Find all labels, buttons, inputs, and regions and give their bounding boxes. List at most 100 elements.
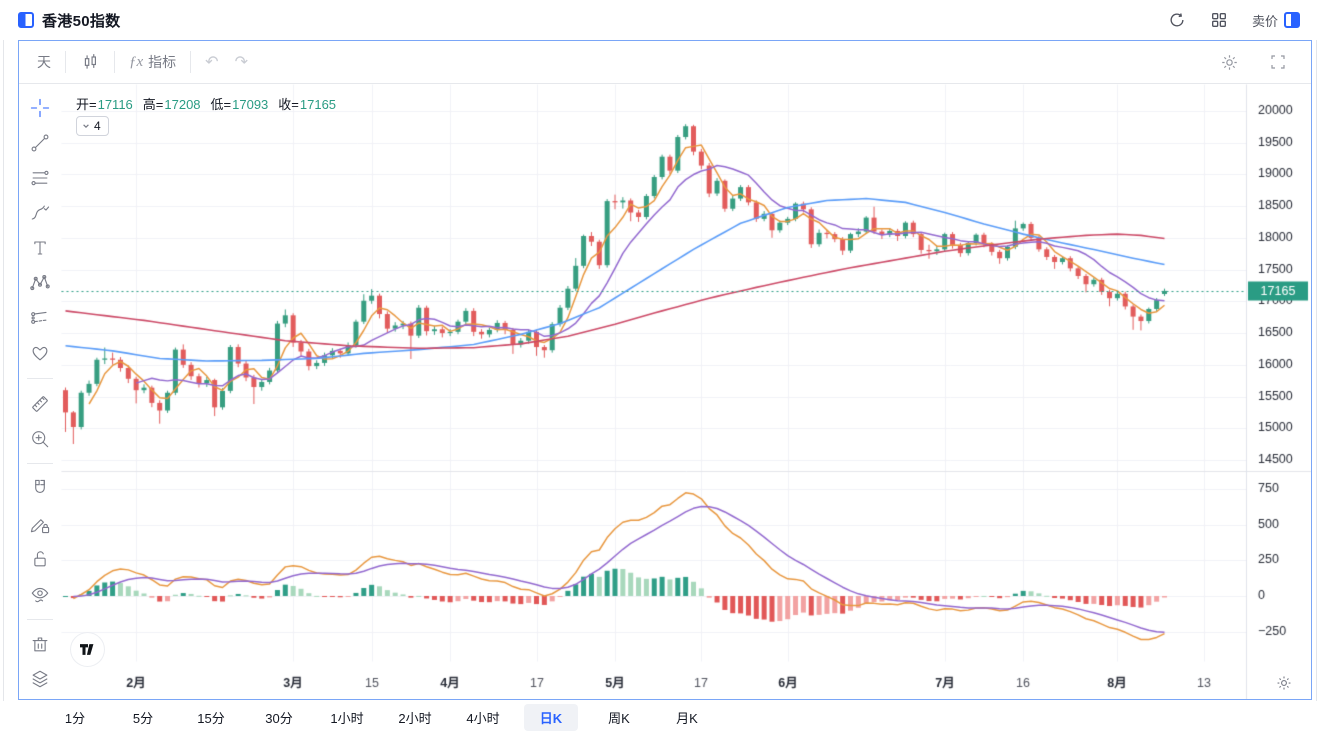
- tool-ruler[interactable]: [24, 388, 56, 419]
- text-icon: [28, 236, 52, 260]
- toolbar-divider: [190, 51, 191, 73]
- ohlc-value: 17116: [98, 97, 133, 112]
- interval-button[interactable]: 天: [29, 48, 59, 76]
- ohlc-legend-pair: 开=17116: [76, 94, 133, 113]
- timeframe-4小时[interactable]: 4小时: [456, 704, 510, 731]
- ohlc-value: 17093: [232, 97, 268, 112]
- indicators-label: 指标: [148, 52, 176, 72]
- sell-price-toggle[interactable]: 卖价: [1250, 9, 1302, 32]
- tool-object-tree[interactable]: [24, 664, 56, 695]
- timeframe-15分[interactable]: 15分: [184, 704, 238, 731]
- tradingview-logo-icon: [80, 644, 96, 655]
- timeframe-bar: 1分 5分 15分 30分 1小时 2小时 4小时日K 周K 月K: [0, 701, 1320, 733]
- sidebar-divider: [27, 378, 53, 379]
- tool-trend-line[interactable]: [24, 127, 56, 158]
- tool-zoom-in[interactable]: [24, 423, 56, 454]
- window-edge-right: [1316, 0, 1317, 733]
- ohlc-label: 开=: [76, 97, 97, 112]
- ma-group-value: 4: [94, 119, 101, 133]
- lock-all-icon: [28, 547, 52, 571]
- sidebar-divider: [27, 463, 53, 464]
- tool-hide-drawings[interactable]: [24, 579, 56, 610]
- ohlc-label: 低=: [211, 97, 232, 112]
- tool-lock-all[interactable]: [24, 543, 56, 574]
- crosshair-icon: [28, 96, 52, 120]
- xabcd-pattern-icon: [28, 271, 52, 295]
- layout-grid-button[interactable]: [1208, 9, 1230, 31]
- redo-icon: ↷: [235, 52, 248, 72]
- fullscreen-icon: [1269, 53, 1287, 71]
- chart-toolbar: 天 ƒx 指标 ↶ ↷: [19, 41, 1311, 84]
- drawing-lock-icon: [28, 512, 52, 536]
- refresh-button[interactable]: [1166, 9, 1188, 31]
- hide-drawings-icon: [28, 582, 52, 606]
- ohlc-legend-pair: 低=17093: [211, 94, 269, 113]
- tool-xabcd-pattern[interactable]: [24, 268, 56, 299]
- brush-icon: [28, 201, 52, 225]
- tool-fib-retracement[interactable]: [24, 162, 56, 193]
- toolbar-divider: [114, 51, 115, 73]
- toolbar-divider: [65, 51, 66, 73]
- fullscreen-button[interactable]: [1261, 49, 1295, 75]
- gear-icon: [1220, 53, 1239, 72]
- symbol-logo-icon: [18, 12, 34, 28]
- tool-projection[interactable]: [24, 303, 56, 334]
- ohlc-legend-pair: 高=17208: [143, 94, 201, 113]
- title-bar: 香港50指数 卖价: [0, 0, 1320, 40]
- remove-drawings-icon: [28, 632, 52, 656]
- chart-widget: 天 ƒx 指标 ↶ ↷: [18, 40, 1312, 700]
- tradingview-logo[interactable]: [71, 633, 104, 666]
- sell-price-label: 卖价: [1252, 11, 1278, 30]
- timeframe-月K[interactable]: 月K: [660, 704, 714, 731]
- undo-button[interactable]: ↶: [197, 48, 226, 76]
- ma-group-selector[interactable]: 4: [76, 116, 109, 136]
- trend-line-icon: [28, 131, 52, 155]
- ruler-icon: [28, 392, 52, 416]
- chart-style-button[interactable]: [72, 48, 108, 76]
- tool-brush[interactable]: [24, 197, 56, 228]
- axis-gear-icon: [1275, 674, 1293, 692]
- chevron-down-icon: [82, 122, 90, 130]
- symbol-title: 香港50指数: [42, 10, 121, 31]
- tool-drawing-lock[interactable]: [24, 508, 56, 539]
- ohlc-legend: 开=17116 高=17208 低=17093 收=17165: [76, 94, 336, 113]
- timeframe-5分[interactable]: 5分: [116, 704, 170, 731]
- undo-icon: ↶: [205, 52, 218, 72]
- sidebar-divider: [27, 619, 53, 620]
- timeframe-日K[interactable]: 日K: [524, 704, 578, 731]
- ohlc-value: 17208: [164, 97, 200, 112]
- candlestick-style-icon: [80, 52, 100, 72]
- window-edge-left: [3, 0, 4, 733]
- timeframe-30分[interactable]: 30分: [252, 704, 306, 731]
- toolbar-right: [1212, 49, 1301, 76]
- ohlc-legend-pair: 收=17165: [278, 94, 336, 113]
- refresh-icon: [1168, 11, 1186, 29]
- redo-button[interactable]: ↷: [227, 48, 256, 76]
- axis-settings-button[interactable]: [1273, 673, 1295, 695]
- chart-settings-button[interactable]: [1212, 49, 1247, 76]
- tool-magnet[interactable]: [24, 473, 56, 504]
- fib-retracement-icon: [28, 166, 52, 190]
- price-panel-toggle-icon: [1284, 12, 1300, 28]
- tool-crosshair[interactable]: [24, 92, 56, 123]
- projection-icon: [28, 306, 52, 330]
- drawing-tools-sidebar: [19, 84, 61, 699]
- timeframe-周K[interactable]: 周K: [592, 704, 646, 731]
- fx-icon: ƒx: [129, 54, 143, 71]
- ohlc-label: 收=: [278, 97, 299, 112]
- indicators-button[interactable]: ƒx 指标: [121, 48, 184, 76]
- timeframe-2小时[interactable]: 2小时: [388, 704, 442, 731]
- tool-remove-drawings[interactable]: [24, 629, 56, 660]
- layout-grid-icon: [1210, 11, 1228, 29]
- zoom-in-icon: [28, 427, 52, 451]
- tool-text[interactable]: [24, 233, 56, 264]
- timeframe-1小时[interactable]: 1小时: [320, 704, 374, 731]
- timeframe-1分[interactable]: 1分: [48, 704, 102, 731]
- magnet-icon: [28, 477, 52, 501]
- favorites-heart-icon: [28, 341, 52, 365]
- ohlc-label: 高=: [143, 97, 164, 112]
- title-bar-actions: 卖价: [1166, 0, 1302, 40]
- interval-label: 天: [37, 52, 51, 72]
- price-chart-canvas[interactable]: [61, 84, 1311, 699]
- tool-favorites-heart[interactable]: [24, 338, 56, 369]
